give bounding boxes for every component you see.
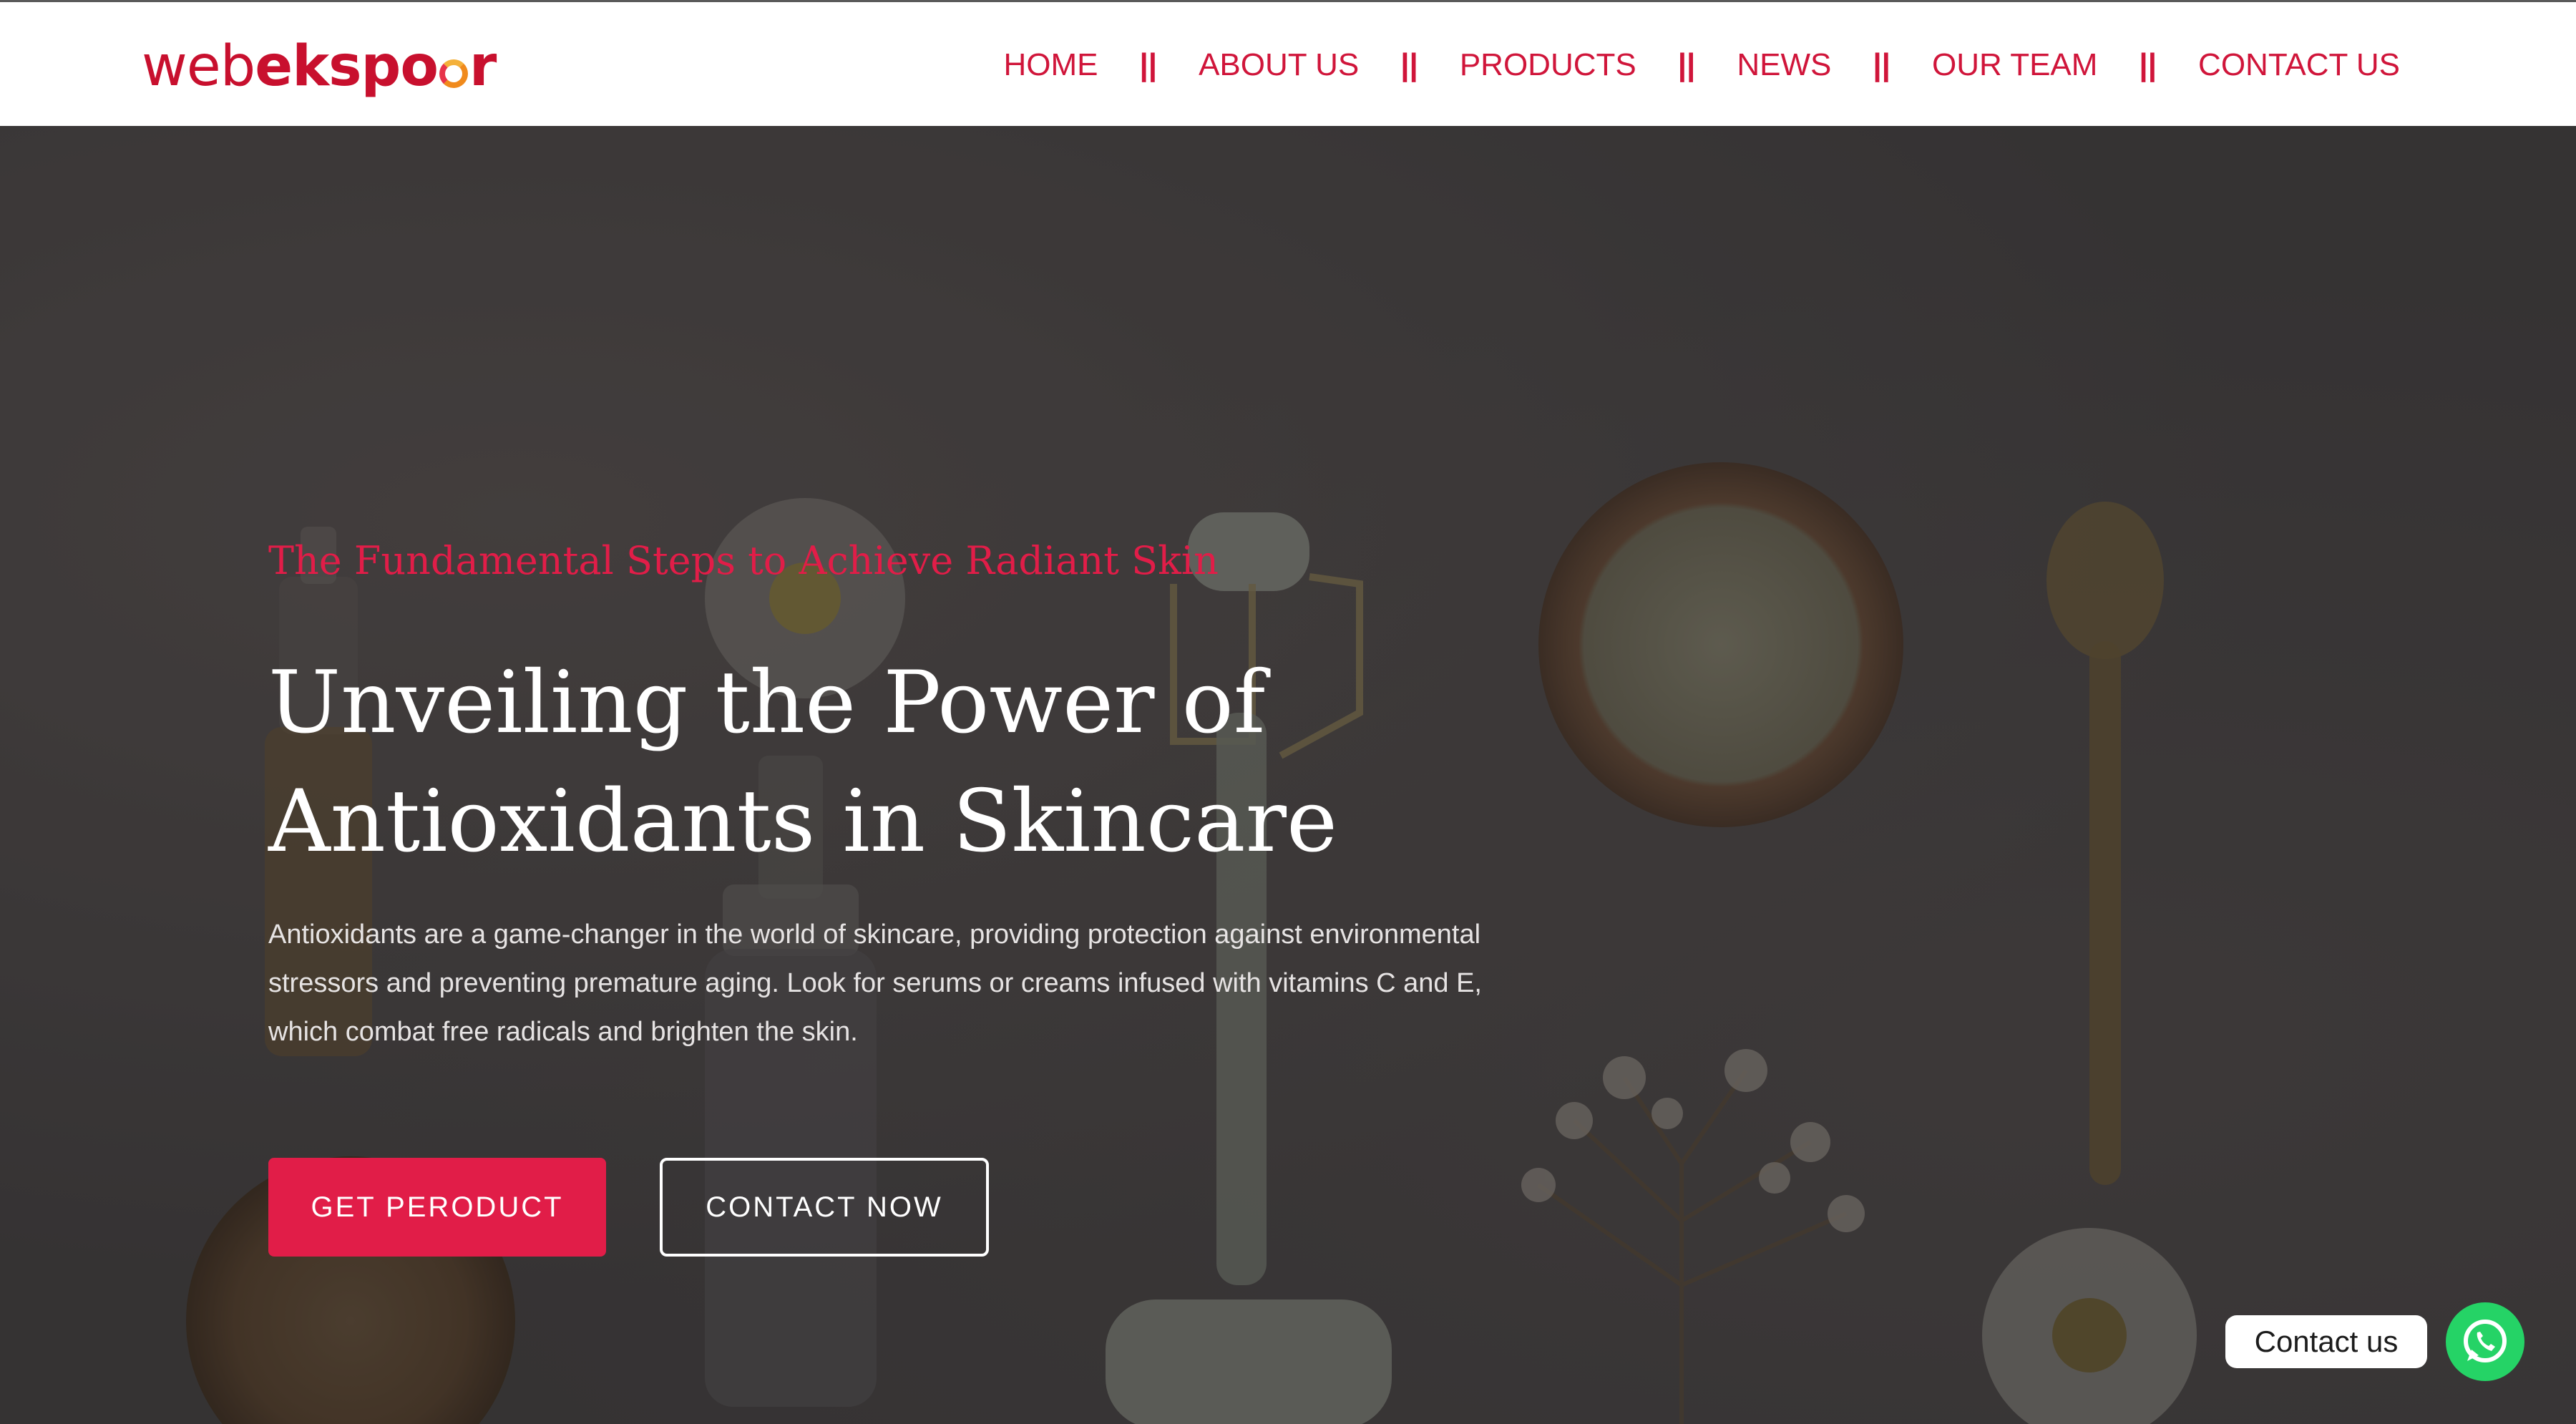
nav-separator: || bbox=[2139, 47, 2157, 82]
nav-home[interactable]: HOME bbox=[1003, 47, 1098, 83]
nav-separator: || bbox=[1139, 47, 1158, 82]
nav-contact-us[interactable]: CONTACT US bbox=[2198, 47, 2400, 83]
hero-subtitle: The Fundamental Steps to Achieve Radiant… bbox=[268, 538, 1219, 583]
nav-about-us[interactable]: ABOUT US bbox=[1199, 47, 1359, 83]
logo-ring-icon bbox=[439, 59, 468, 88]
nav-separator: || bbox=[1400, 47, 1418, 82]
hero-description: Antioxidants are a game-changer in the w… bbox=[268, 920, 1482, 1047]
contact-now-button[interactable]: CONTACT NOW bbox=[660, 1158, 989, 1257]
get-product-button[interactable]: GET PERODUCT bbox=[268, 1158, 606, 1257]
site-header: web ekspo r HOME || ABOUT US || PRODUCTS… bbox=[0, 0, 2576, 126]
nav-separator: || bbox=[1677, 47, 1696, 82]
hero-title-line-2: Antioxidants in Skincare bbox=[268, 772, 1337, 872]
logo-text-web: web bbox=[142, 34, 255, 99]
logo-text-ekspor: ekspo bbox=[255, 34, 439, 99]
contact-us-bubble[interactable]: Contact us bbox=[2225, 1315, 2427, 1368]
hero-title-line-1: Unveiling the Power of bbox=[268, 653, 1266, 753]
whatsapp-icon bbox=[2464, 1320, 2507, 1362]
nav-products[interactable]: PRODUCTS bbox=[1460, 47, 1636, 83]
nav-our-team[interactable]: OUR TEAM bbox=[1932, 47, 2097, 83]
nav-news[interactable]: NEWS bbox=[1737, 47, 1831, 83]
whatsapp-button[interactable] bbox=[2446, 1302, 2524, 1381]
logo-text-r: r bbox=[469, 34, 497, 99]
hero-section: The Fundamental Steps to Achieve Radiant… bbox=[0, 126, 2576, 1424]
nav-separator: || bbox=[1873, 47, 1890, 82]
main-nav: HOME || ABOUT US || PRODUCTS || NEWS || … bbox=[1003, 2, 2400, 128]
site-logo[interactable]: web ekspo r bbox=[142, 31, 497, 102]
hero-title: Unveiling the Power of Antioxidants in S… bbox=[268, 644, 1485, 882]
